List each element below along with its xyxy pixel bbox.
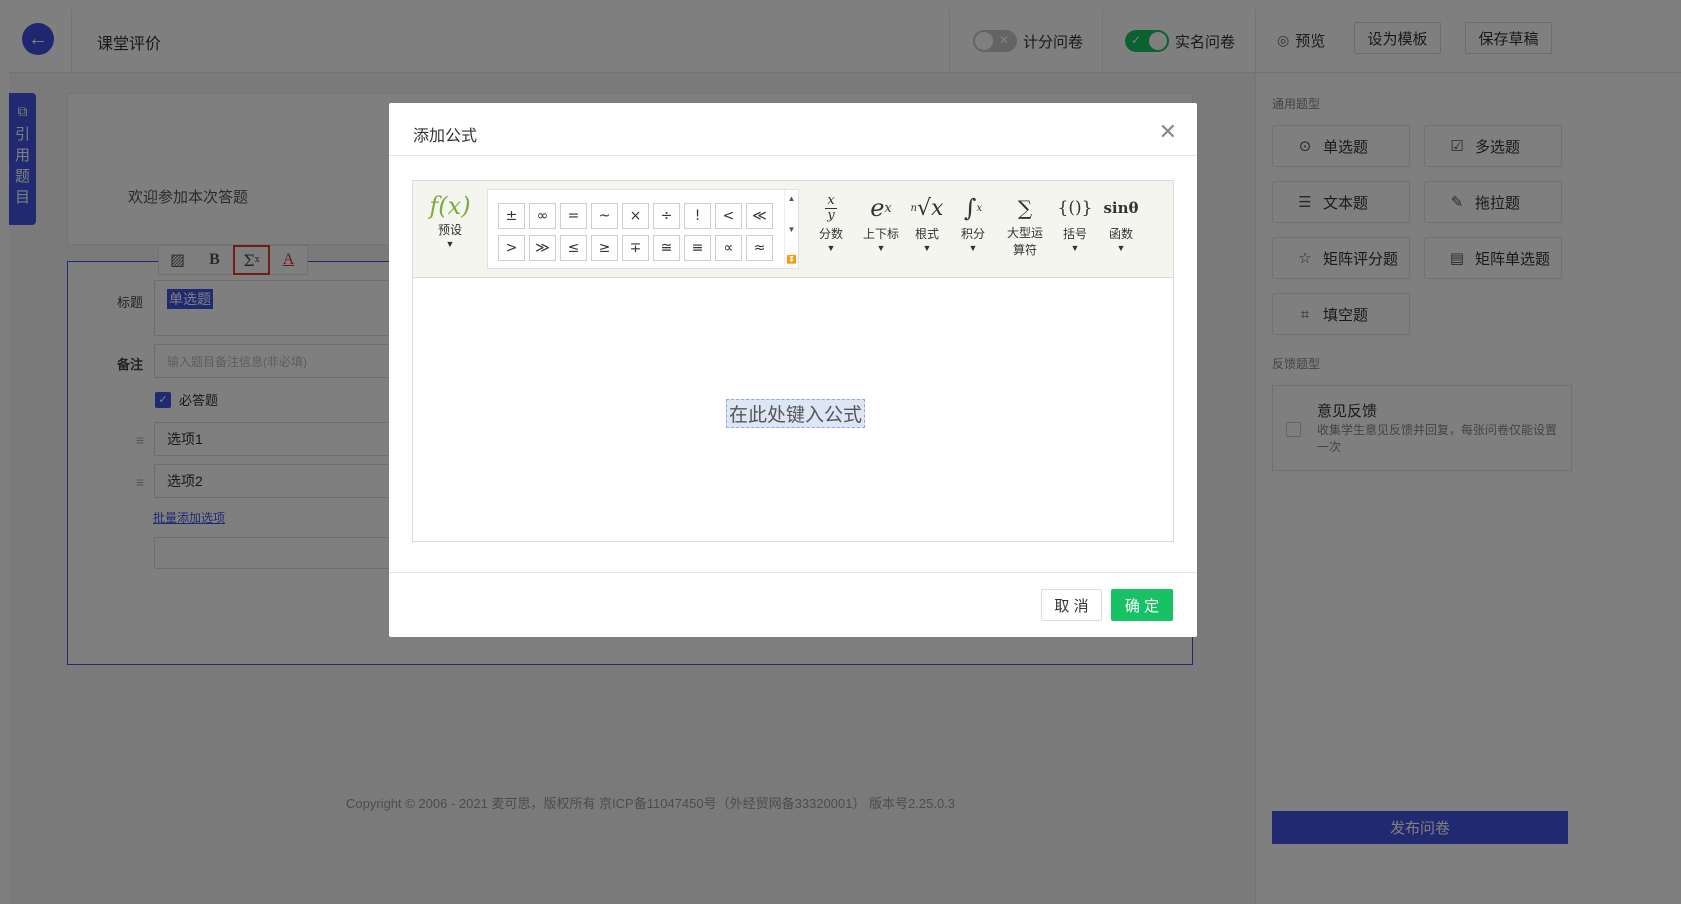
divider [389,155,1197,156]
symbol-button[interactable]: ∝ [715,235,742,261]
tool-label: 大型运算符 [1006,226,1043,257]
formula-input-placeholder[interactable]: 在此处键入公式 [726,399,866,428]
tool-label: 函数 [1108,227,1133,241]
symbol-button[interactable]: < [715,203,742,229]
symbol-button[interactable]: ≫ [529,235,556,261]
symbol-button[interactable]: ! [684,203,711,229]
symbol-button[interactable]: ∞ [529,203,556,229]
expand-icon[interactable]: ⏬ [787,255,797,264]
chevron-up-icon[interactable]: ▲ [788,194,796,203]
bracket-icon: {()} [1057,198,1093,218]
symbol-button[interactable]: > [498,235,525,261]
bracket-tool[interactable]: {()} 括号 ▼ [1057,191,1093,254]
symbol-scrollbar[interactable]: ▲ ▼ ⏬ [784,190,798,268]
symbol-button[interactable]: ~ [591,203,618,229]
formula-editor: f(x) 预设 ▼ ± ∞ = ~ × ÷ ! < ≪ > ≫ ≤ ≥ ∓ ≅ … [412,180,1174,542]
symbol-button[interactable]: ≥ [591,235,618,261]
symbol-button[interactable]: ≡ [684,235,711,261]
symbol-button[interactable]: × [622,203,649,229]
symbol-button[interactable]: ≤ [560,235,587,261]
symbol-button[interactable]: ∓ [622,235,649,261]
close-icon[interactable]: ✕ [1159,119,1177,145]
tool-label: 积分 [960,227,985,241]
superscript-icon: ex [870,194,892,222]
equation-toolbar: f(x) 预设 ▼ ± ∞ = ~ × ÷ ! < ≪ > ≫ ≤ ≥ ∓ ≅ … [413,181,1173,278]
tool-label: 分数 [818,227,843,241]
cancel-button[interactable]: 取 消 [1041,589,1102,621]
root-icon: n √x [910,195,944,221]
sum-icon: ∑ [1017,196,1033,220]
dialog-title: 添加公式 [413,128,478,145]
chevron-down-icon: ▼ [1116,243,1126,253]
chevron-down-icon: ▼ [445,239,455,249]
symbol-button[interactable]: ± [498,203,525,229]
preset-icon: f(x) [429,192,471,220]
tool-label: 上下标 [862,227,899,241]
function-icon: sinθ [1103,199,1139,217]
superscript-tool[interactable]: ex 上下标 ▼ [859,191,903,254]
chevron-down-icon: ▼ [826,243,836,253]
function-tool[interactable]: sinθ 函数 ▼ [1101,191,1141,254]
root-tool[interactable]: n √x 根式 ▼ [909,191,945,254]
add-formula-dialog: 添加公式 ✕ f(x) 预设 ▼ ± ∞ = ~ × ÷ ! < ≪ > ≫ ≤… [389,103,1197,637]
integral-tool[interactable]: ∫ x 积分 ▼ [955,191,991,254]
symbol-grid: ± ∞ = ~ × ÷ ! < ≪ > ≫ ≤ ≥ ∓ ≅ ≡ ∝ ≈ [498,203,773,261]
chevron-down-icon[interactable]: ▼ [788,225,796,234]
preset-label: 预设 [437,223,462,237]
confirm-button[interactable]: 确 定 [1111,589,1173,621]
symbol-button[interactable]: = [560,203,587,229]
symbol-button[interactable]: ≈ [746,235,773,261]
preset-button[interactable]: f(x) 预设 ▼ [427,191,473,250]
tool-label: 括号 [1062,227,1087,241]
symbol-palette: ± ∞ = ~ × ÷ ! < ≪ > ≫ ≤ ≥ ∓ ≅ ≡ ∝ ≈ ▲ ▼ … [487,189,799,269]
chevron-down-icon: ▼ [1070,243,1080,253]
chevron-down-icon: ▼ [968,243,978,253]
symbol-button[interactable]: ≪ [746,203,773,229]
large-operator-tool[interactable]: ∑ 大型运算符 [1001,191,1049,259]
fraction-tool[interactable]: xy 分数 ▼ [813,191,849,254]
symbol-button[interactable]: ≅ [653,235,680,261]
symbol-button[interactable]: ÷ [653,203,680,229]
integral-icon: ∫ x [963,194,983,222]
fraction-icon: xy [813,191,849,225]
chevron-down-icon: ▼ [876,243,886,253]
divider [389,572,1197,573]
chevron-down-icon: ▼ [922,243,932,253]
tool-label: 根式 [914,227,939,241]
